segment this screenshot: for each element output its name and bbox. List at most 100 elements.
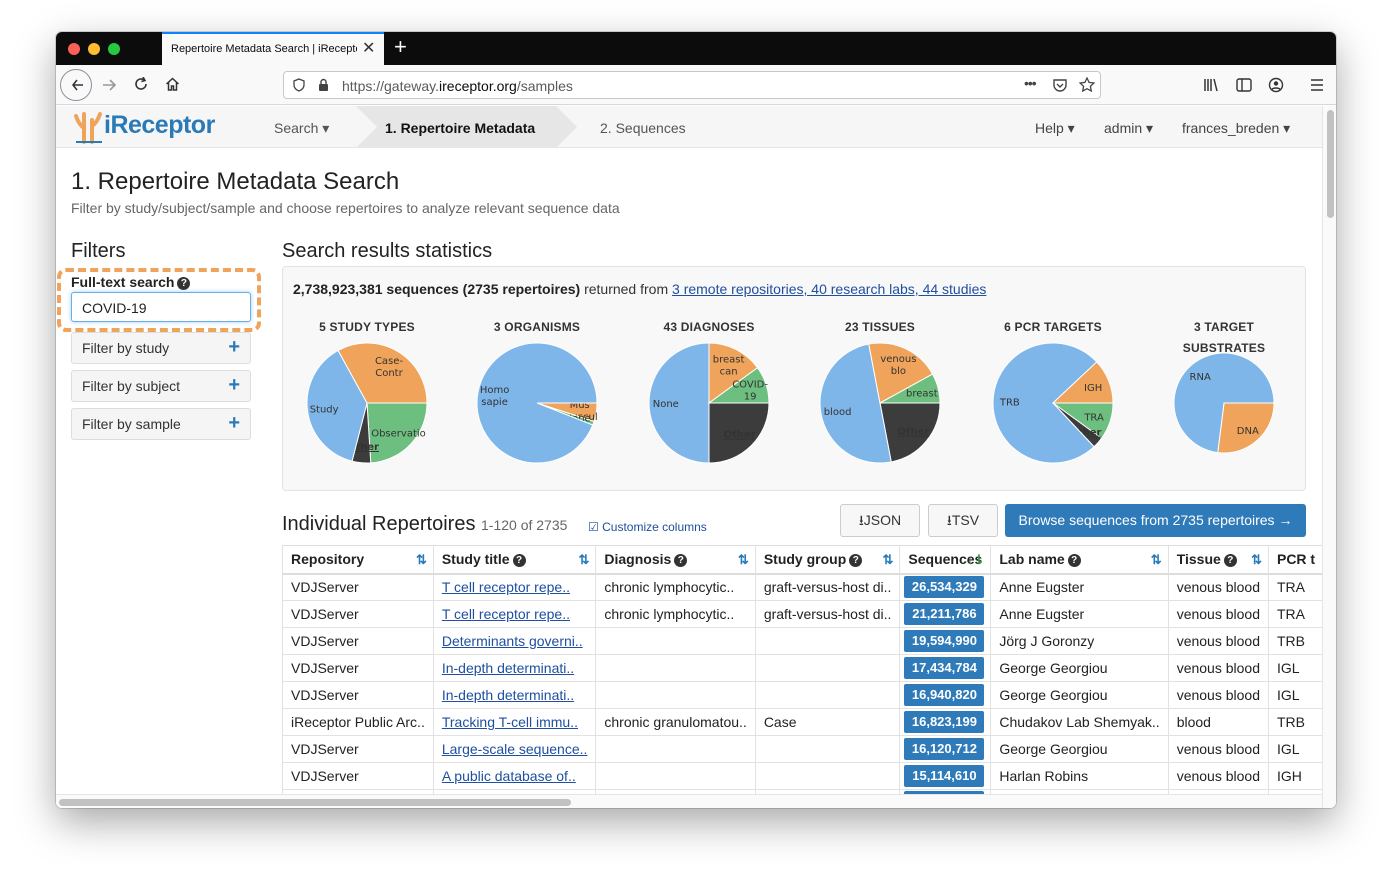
horizontal-scrollbar-thumb[interactable] [59, 799, 571, 806]
shield-icon[interactable] [293, 78, 305, 92]
column-header-study-group[interactable]: Study group? ⇅ [754, 545, 901, 575]
cell-study-title[interactable]: A public database of.. [432, 762, 597, 790]
filter-by-subject-button[interactable]: Filter by subject + [71, 370, 251, 402]
help-icon[interactable]: ? [512, 554, 526, 568]
close-tab-icon[interactable]: ✕ [362, 40, 375, 58]
browser-tab[interactable]: Repertoire Metadata Search | iReceptor ✕ [162, 32, 384, 65]
study-title-link[interactable]: T cell receptor repe.. [442, 606, 570, 622]
search-menu[interactable]: Search ▾ [274, 120, 329, 137]
url-scheme-host: https://gateway. [342, 78, 440, 94]
cell-study-title[interactable]: In-depth determinati.. [432, 681, 597, 709]
new-tab-button[interactable]: + [394, 36, 407, 58]
pie-slice-label[interactable]: Other [897, 427, 929, 438]
reload-icon[interactable] [134, 77, 148, 91]
table-row[interactable]: VDJServer T cell receptor repe.. chronic l… [282, 573, 1322, 601]
fulltext-search-input[interactable]: COVID-19 [71, 292, 251, 322]
account-icon[interactable] [1268, 77, 1284, 93]
column-header-repository[interactable]: Repository ⇅ [282, 545, 434, 575]
study-title-link[interactable]: Large-scale sequence.. [442, 741, 588, 757]
table-row[interactable]: iReceptor Public Arc.. Tracking T-cell im… [282, 708, 1322, 736]
study-title-link[interactable]: In-depth determinati.. [442, 660, 574, 676]
repertoires-heading: Individual Repertoires 1-120 of 2735 [282, 513, 567, 536]
hamburger-menu-icon[interactable] [1310, 79, 1324, 91]
back-button[interactable] [60, 69, 92, 101]
column-header-tissue[interactable]: Tissue? ⇅ [1167, 545, 1269, 575]
sort-icon[interactable]: ⇅ [883, 552, 894, 568]
cell-repository: VDJServer [282, 762, 434, 790]
table-row[interactable]: VDJServer Large-scale sequence.. 16,120,71… [282, 735, 1322, 763]
help-icon[interactable]: ? [1223, 554, 1237, 568]
cell-study-title[interactable]: Large-scale sequence.. [432, 735, 597, 763]
filter-by-sample-button[interactable]: Filter by sample + [71, 408, 251, 440]
maximize-window-button[interactable] [108, 43, 120, 55]
sort-icon[interactable]: ⇅ [416, 552, 427, 568]
pie-slice-label: Case-Contr [375, 356, 404, 379]
cell-study-title[interactable]: T cell receptor repe.. [432, 600, 597, 628]
library-icon[interactable] [1203, 78, 1219, 92]
stats-heading: Search results statistics [282, 240, 493, 262]
table-row[interactable]: VDJServer T cell receptor repe.. chronic l… [282, 600, 1322, 628]
user-menu[interactable]: frances_breden ▾ [1182, 120, 1290, 137]
tab-strip: Repertoire Metadata Search | iReceptor ✕… [56, 32, 1336, 65]
bookmark-star-icon[interactable] [1079, 77, 1095, 92]
table-body: VDJServer T cell receptor repe.. chronic l… [282, 573, 1322, 808]
cell-pcr-target: IGL [1267, 654, 1322, 682]
table-row[interactable]: VDJServer In-depth determinati.. 16,940,82… [282, 681, 1322, 709]
sort-desc-icon[interactable]: ↓⇂ [967, 552, 984, 568]
cell-study-title[interactable]: Tracking T-cell immu.. [432, 708, 597, 736]
help-icon[interactable]: ? [177, 277, 191, 290]
customize-columns-link[interactable]: ☑ Customize columns [588, 520, 707, 534]
download-tsv-button[interactable]: ⭳TSV [928, 504, 998, 537]
help-menu[interactable]: Help ▾ [1035, 120, 1075, 137]
breadcrumb-step1[interactable]: 1. Repertoire Metadata [385, 120, 535, 136]
cell-study-title[interactable]: Determinants governi.. [432, 627, 597, 655]
pocket-icon[interactable] [1053, 78, 1067, 92]
home-icon[interactable] [165, 77, 180, 91]
column-header-study-title[interactable]: Study title? ⇅ [432, 545, 597, 575]
help-icon[interactable]: ? [674, 554, 688, 568]
horizontal-scrollbar[interactable] [56, 794, 1322, 808]
study-title-link[interactable]: T cell receptor repe.. [442, 579, 570, 595]
close-window-button[interactable] [68, 43, 80, 55]
table-row[interactable]: VDJServer Determinants governi.. 19,594,99… [282, 627, 1322, 655]
study-title-link[interactable]: In-depth determinati.. [442, 687, 574, 703]
breadcrumb-step2[interactable]: 2. Sequences [600, 120, 686, 136]
url-text[interactable]: https://gateway.ireceptor.org/samples [342, 78, 573, 94]
sort-icon[interactable]: ⇅ [1251, 552, 1262, 568]
download-json-button[interactable]: ⭳JSON [840, 504, 920, 537]
vertical-scrollbar[interactable] [1322, 106, 1336, 808]
browse-sequences-button[interactable]: Browse sequences from 2735 repertoires → [1005, 504, 1306, 537]
forward-icon[interactable] [102, 79, 116, 91]
study-title-link[interactable]: Tracking T-cell immu.. [442, 714, 578, 730]
column-header-pcr-target[interactable]: PCR t [1267, 545, 1322, 575]
help-icon[interactable]: ? [1067, 554, 1081, 568]
lock-icon[interactable] [318, 78, 329, 92]
sidebar-icon[interactable] [1236, 78, 1252, 92]
sort-icon[interactable]: ⇅ [738, 552, 749, 568]
filter-by-study-button[interactable]: Filter by study + [71, 332, 251, 364]
stats-panel: 2,738,923,381 sequences (2735 repertoire… [282, 266, 1306, 491]
cell-study-title[interactable]: T cell receptor repe.. [432, 573, 597, 601]
page-actions-icon[interactable]: ••• [1024, 75, 1037, 91]
study-title-link[interactable]: Determinants governi.. [442, 633, 583, 649]
stats-summary-link[interactable]: 3 remote repositories, 40 research labs,… [672, 281, 986, 297]
admin-menu[interactable]: admin ▾ [1104, 120, 1153, 137]
ireceptor-logo-text[interactable]: iReceptor [104, 111, 215, 140]
help-icon[interactable]: ? [849, 554, 863, 568]
study-title-link[interactable]: A public database of.. [442, 768, 576, 784]
column-header-diagnosis[interactable]: Diagnosis? ⇅ [595, 545, 756, 575]
sort-icon[interactable]: ⇅ [578, 552, 589, 568]
minimize-window-button[interactable] [88, 43, 100, 55]
table-row[interactable]: VDJServer A public database of.. 15,114,61… [282, 762, 1322, 790]
ireceptor-logo-icon[interactable] [72, 110, 106, 144]
sort-icon[interactable]: ⇅ [1151, 552, 1162, 568]
tsv-label: TSV [951, 512, 980, 528]
url-bar[interactable]: https://gateway.ireceptor.org/samples ••… [283, 71, 1101, 99]
cell-study-title[interactable]: In-depth determinati.. [432, 654, 597, 682]
table-row[interactable]: VDJServer In-depth determinati.. 17,434,78… [282, 654, 1322, 682]
vertical-scrollbar-thumb[interactable] [1327, 110, 1334, 218]
pie-slice-label[interactable]: Other [723, 430, 755, 441]
column-header-sequences[interactable]: Sequences ↓⇂ [899, 545, 992, 575]
plus-icon: + [228, 374, 240, 396]
column-header-lab-name[interactable]: Lab name? ⇅ [990, 545, 1169, 575]
